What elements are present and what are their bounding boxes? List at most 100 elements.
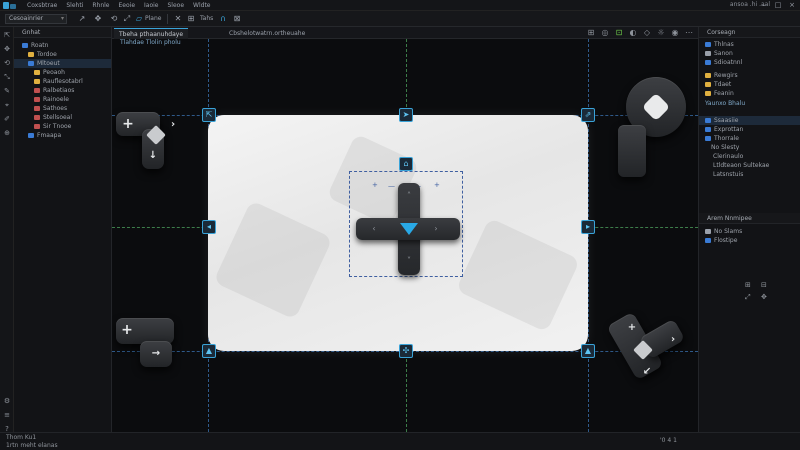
resize-handle-top[interactable]: ➤	[399, 108, 413, 122]
mesh-icon	[34, 124, 40, 129]
resize-handle-bottom[interactable]: ✣	[399, 344, 413, 358]
lighting-icon[interactable]: ☼	[656, 28, 666, 38]
tool-icon[interactable]: ⊞	[745, 281, 751, 289]
scale-icon[interactable]: ⤢	[122, 14, 132, 24]
menu-item-1[interactable]: Slehti	[66, 2, 83, 9]
move-tool-icon[interactable]: ✥	[3, 45, 11, 53]
property-icon	[705, 42, 711, 47]
outliner-row-selected[interactable]: Mltoeut	[14, 59, 111, 68]
property-row[interactable]: Sdioatnnl	[699, 58, 800, 67]
settings-icon[interactable]: ⚙	[3, 397, 11, 405]
menu-item-4[interactable]: Iaoie	[144, 2, 158, 9]
render-icon[interactable]: ◉	[670, 28, 680, 38]
rotate-icon[interactable]: ⟲	[109, 14, 119, 24]
outliner-row[interactable]: Sathoes	[14, 104, 111, 113]
shading-icon[interactable]: ◐	[628, 28, 638, 38]
menu-item-3[interactable]: Eeoie	[119, 2, 136, 9]
outliner-row[interactable]: Fmaapa	[14, 131, 111, 140]
workspace-dropdown[interactable]: Cesoainrier ▾	[5, 14, 67, 24]
camera-icon[interactable]: ◎	[600, 28, 610, 38]
resize-handle-br[interactable]: ▲	[581, 344, 595, 358]
outliner-row[interactable]: Tordoe	[14, 50, 111, 59]
select-tool-icon[interactable]: ⇱	[3, 31, 11, 39]
viewport-tabbar: Tbeha pthaanuhdaye Cbshelotwatrn.ortheua…	[112, 27, 698, 39]
minimize-icon[interactable]: –	[760, 1, 768, 9]
magnet-icon[interactable]: ∩	[218, 14, 228, 24]
outliner-row[interactable]: Rauflesotabrl	[14, 77, 111, 86]
modifier-row-selected[interactable]: Ssaasiie	[699, 116, 800, 125]
object-icon	[28, 52, 34, 57]
menu-item-0[interactable]: Coxsbtrae	[27, 2, 57, 9]
outliner-row[interactable]: Rainoele	[14, 95, 111, 104]
resize-handle-left[interactable]: ◂	[202, 220, 216, 234]
close-icon[interactable]: ×	[788, 1, 796, 9]
round-controller-stem[interactable]	[618, 125, 646, 177]
tool-icon[interactable]: ⤢	[745, 293, 751, 302]
viewport[interactable]: Tlahdae Tlolin pholu ⇱ ➤ ⇗ ◂ ▸ ▲ ✣ ▲ ⌂ +…	[112, 39, 698, 432]
dpad-up-icon[interactable]: ˄	[404, 191, 414, 201]
outliner-row[interactable]: Stellsoeal	[14, 113, 111, 122]
modifier-row[interactable]: Exprottan	[699, 125, 800, 134]
annotate-tool-icon[interactable]: ✐	[3, 115, 11, 123]
dpad-left-icon[interactable]: ‹	[369, 224, 379, 234]
add-tool-icon[interactable]: ⊕	[3, 129, 11, 137]
hand-icon[interactable]: ✥	[93, 14, 103, 24]
layer-row[interactable]: Flostipe	[699, 236, 800, 245]
modifier-row[interactable]: Thorrale	[699, 134, 800, 143]
property-row[interactable]: Rewgirs	[699, 71, 800, 80]
scale-tool-icon[interactable]: ⤡	[3, 73, 11, 81]
close-icon[interactable]: ✕	[173, 14, 183, 24]
brush-tool-icon[interactable]: ✎	[3, 87, 11, 95]
tab-viewport-main[interactable]: Tbeha pthaanuhdaye	[114, 28, 189, 39]
dpad-down-icon[interactable]: ˅	[404, 256, 414, 266]
status-right: '0 4 1	[660, 437, 677, 444]
modifier-row[interactable]: No Slesty	[699, 143, 800, 152]
modifier-row[interactable]: Clerinaulo	[699, 152, 800, 161]
modifiers-label: Yaunxo Bhalu	[705, 100, 746, 107]
plane-icon[interactable]: ▱	[134, 14, 144, 24]
resize-handle-bl[interactable]: ▲	[202, 344, 216, 358]
status-left-top: Thom Ku1	[6, 434, 37, 441]
plus-marker-icon: +	[434, 181, 440, 189]
resize-handle-tr[interactable]: ⇗	[581, 108, 595, 122]
property-row[interactable]: Feanin	[699, 89, 800, 98]
outliner-row[interactable]: Peoaoh	[14, 68, 111, 77]
tool-icon[interactable]: ⊟	[761, 281, 767, 289]
modifier-row[interactable]: Ltldteaon Sultekae	[699, 161, 800, 170]
rotate-handle[interactable]: ⌂	[399, 157, 413, 171]
tab-viewport-second[interactable]: Cbshelotwatrn.ortheuahe	[224, 28, 310, 39]
grid-icon[interactable]: ⊞	[586, 28, 596, 38]
property-row[interactable]: Sanon	[699, 49, 800, 58]
overlay-icon[interactable]: ◇	[642, 28, 652, 38]
dpad-right-icon[interactable]: ›	[431, 224, 441, 234]
maximize-icon[interactable]: □	[774, 1, 782, 9]
measure-tool-icon[interactable]: ⌖	[3, 101, 11, 109]
resize-handle-right[interactable]: ▸	[581, 220, 595, 234]
grid-icon[interactable]: ⊞	[186, 14, 196, 24]
object-icon	[28, 61, 34, 66]
status-bar: Thom Ku1 1rtn meht elanas '0 4 1	[0, 432, 800, 450]
menu-item-2[interactable]: Rhnle	[92, 2, 109, 9]
layers-icon[interactable]: ≡	[3, 411, 11, 419]
modifier-row[interactable]: Latsnstuis	[699, 170, 800, 179]
snap-icon[interactable]: ⊡	[614, 28, 624, 38]
viewport-subtab: Tlahdae Tlolin pholu	[120, 39, 181, 46]
menu-item-5[interactable]: Sleoe	[168, 2, 185, 9]
more-icon[interactable]: ⋯	[684, 28, 694, 38]
menu-item-6[interactable]: Wldte	[193, 2, 210, 9]
mesh-icon	[34, 115, 40, 120]
scene-icon	[22, 43, 28, 48]
rotate-tool-icon[interactable]: ⟲	[3, 59, 11, 67]
image-icon	[28, 133, 34, 138]
resize-handle-tl[interactable]: ⇱	[202, 108, 216, 122]
tool-icon[interactable]: ✥	[761, 293, 767, 301]
outliner-row[interactable]: Ralbetiaos	[14, 86, 111, 95]
arrow-icon[interactable]: ↗	[77, 14, 87, 24]
property-row[interactable]: Tdaet	[699, 80, 800, 89]
dpad-center-triangle-icon[interactable]	[399, 222, 419, 236]
layer-row[interactable]: No Slams	[699, 227, 800, 236]
snap-icon[interactable]: ⊠	[232, 14, 242, 24]
outliner-row[interactable]: Sir Tnooe	[14, 122, 111, 131]
property-row[interactable]: Thlnas	[699, 40, 800, 49]
outliner-row[interactable]: Roatn	[14, 41, 111, 50]
